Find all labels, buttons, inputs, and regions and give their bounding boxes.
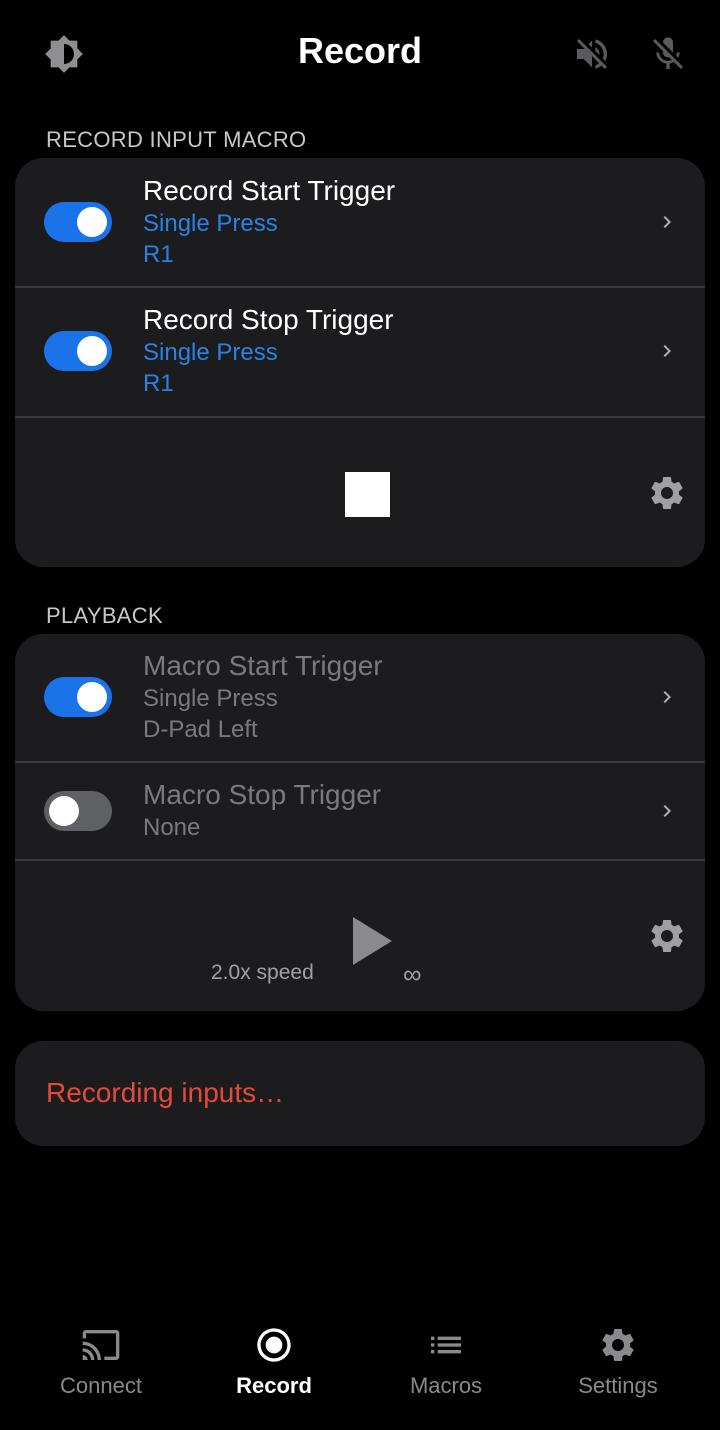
macro-start-toggle[interactable] bbox=[44, 677, 112, 717]
nav-item-settings[interactable]: Settings bbox=[528, 1305, 708, 1425]
toggle-knob bbox=[77, 336, 107, 366]
record-stop-toggle[interactable] bbox=[44, 331, 112, 371]
row-button: R1 bbox=[143, 370, 174, 397]
chevron-right-icon bbox=[655, 799, 679, 823]
nav-label: Record bbox=[236, 1373, 312, 1398]
macro-stop-toggle[interactable] bbox=[44, 791, 112, 831]
playback-card: Macro Start Trigger Single Press D-Pad L… bbox=[15, 634, 705, 1011]
loop-infinity-label[interactable]: ∞ bbox=[403, 959, 422, 990]
cast-icon bbox=[81, 1325, 121, 1365]
status-card: Recording inputs… bbox=[15, 1041, 705, 1146]
nav-item-connect[interactable]: Connect bbox=[11, 1305, 191, 1425]
row-button: D-Pad Left bbox=[143, 716, 258, 743]
gear-icon bbox=[598, 1325, 638, 1365]
gear-icon[interactable] bbox=[647, 473, 687, 513]
nav-item-macros[interactable]: Macros bbox=[356, 1305, 536, 1425]
record-controls-row bbox=[15, 418, 705, 567]
row-title: Record Start Trigger bbox=[143, 175, 396, 206]
record-start-trigger-row[interactable]: Record Start Trigger Single Press R1 bbox=[15, 158, 705, 288]
page-title: Record bbox=[297, 30, 423, 71]
bottom-navigation: Connect Record Macros Settings bbox=[0, 1305, 720, 1430]
nav-item-record[interactable]: Record bbox=[184, 1305, 364, 1425]
gear-icon[interactable] bbox=[647, 916, 687, 956]
row-title: Macro Start Trigger bbox=[143, 650, 383, 681]
macro-stop-text: Macro Stop Trigger None bbox=[143, 778, 381, 843]
mic-muted-icon[interactable] bbox=[648, 34, 688, 74]
nav-label: Macros bbox=[409, 1373, 483, 1398]
section-label-playback: PLAYBACK bbox=[46, 603, 163, 628]
playback-speed-label[interactable]: 2.0x speed bbox=[211, 961, 314, 985]
macro-start-text: Macro Start Trigger Single Press D-Pad L… bbox=[143, 649, 383, 745]
macro-stop-trigger-row[interactable]: Macro Stop Trigger None bbox=[15, 763, 705, 861]
record-card: Record Start Trigger Single Press R1 Rec… bbox=[15, 158, 705, 567]
chevron-right-icon bbox=[655, 210, 679, 234]
top-app-bar: Record bbox=[0, 0, 720, 108]
row-button: R1 bbox=[143, 241, 174, 268]
row-mode: None bbox=[143, 814, 201, 841]
play-icon[interactable] bbox=[335, 905, 407, 977]
chevron-right-icon bbox=[655, 339, 679, 363]
macro-start-trigger-row[interactable]: Macro Start Trigger Single Press D-Pad L… bbox=[15, 634, 705, 763]
list-icon bbox=[426, 1325, 466, 1365]
row-mode: Single Press bbox=[143, 685, 278, 712]
speaker-muted-icon[interactable] bbox=[572, 34, 612, 74]
record-stop-trigger-row[interactable]: Record Stop Trigger Single Press R1 bbox=[15, 288, 705, 418]
status-text: Recording inputs… bbox=[46, 1077, 285, 1108]
nav-label: Connect bbox=[60, 1373, 142, 1398]
record-stop-text: Record Stop Trigger Single Press R1 bbox=[143, 303, 394, 399]
chevron-right-icon bbox=[655, 685, 679, 709]
row-title: Macro Stop Trigger bbox=[143, 779, 382, 810]
nav-label: Settings bbox=[578, 1373, 658, 1398]
record-start-toggle[interactable] bbox=[44, 202, 112, 242]
toggle-knob bbox=[77, 682, 107, 712]
row-mode: Single Press bbox=[143, 339, 278, 366]
row-mode: Single Press bbox=[143, 210, 278, 237]
toggle-knob bbox=[49, 796, 79, 826]
section-label-record: RECORD INPUT MACRO bbox=[46, 127, 307, 152]
playback-controls-row: 2.0x speed ∞ bbox=[15, 861, 705, 1011]
record-icon bbox=[254, 1325, 294, 1365]
row-title: Record Stop Trigger bbox=[143, 304, 394, 335]
record-start-text: Record Start Trigger Single Press R1 bbox=[143, 174, 395, 270]
toggle-knob bbox=[77, 207, 107, 237]
stop-recording-button[interactable] bbox=[345, 472, 390, 517]
